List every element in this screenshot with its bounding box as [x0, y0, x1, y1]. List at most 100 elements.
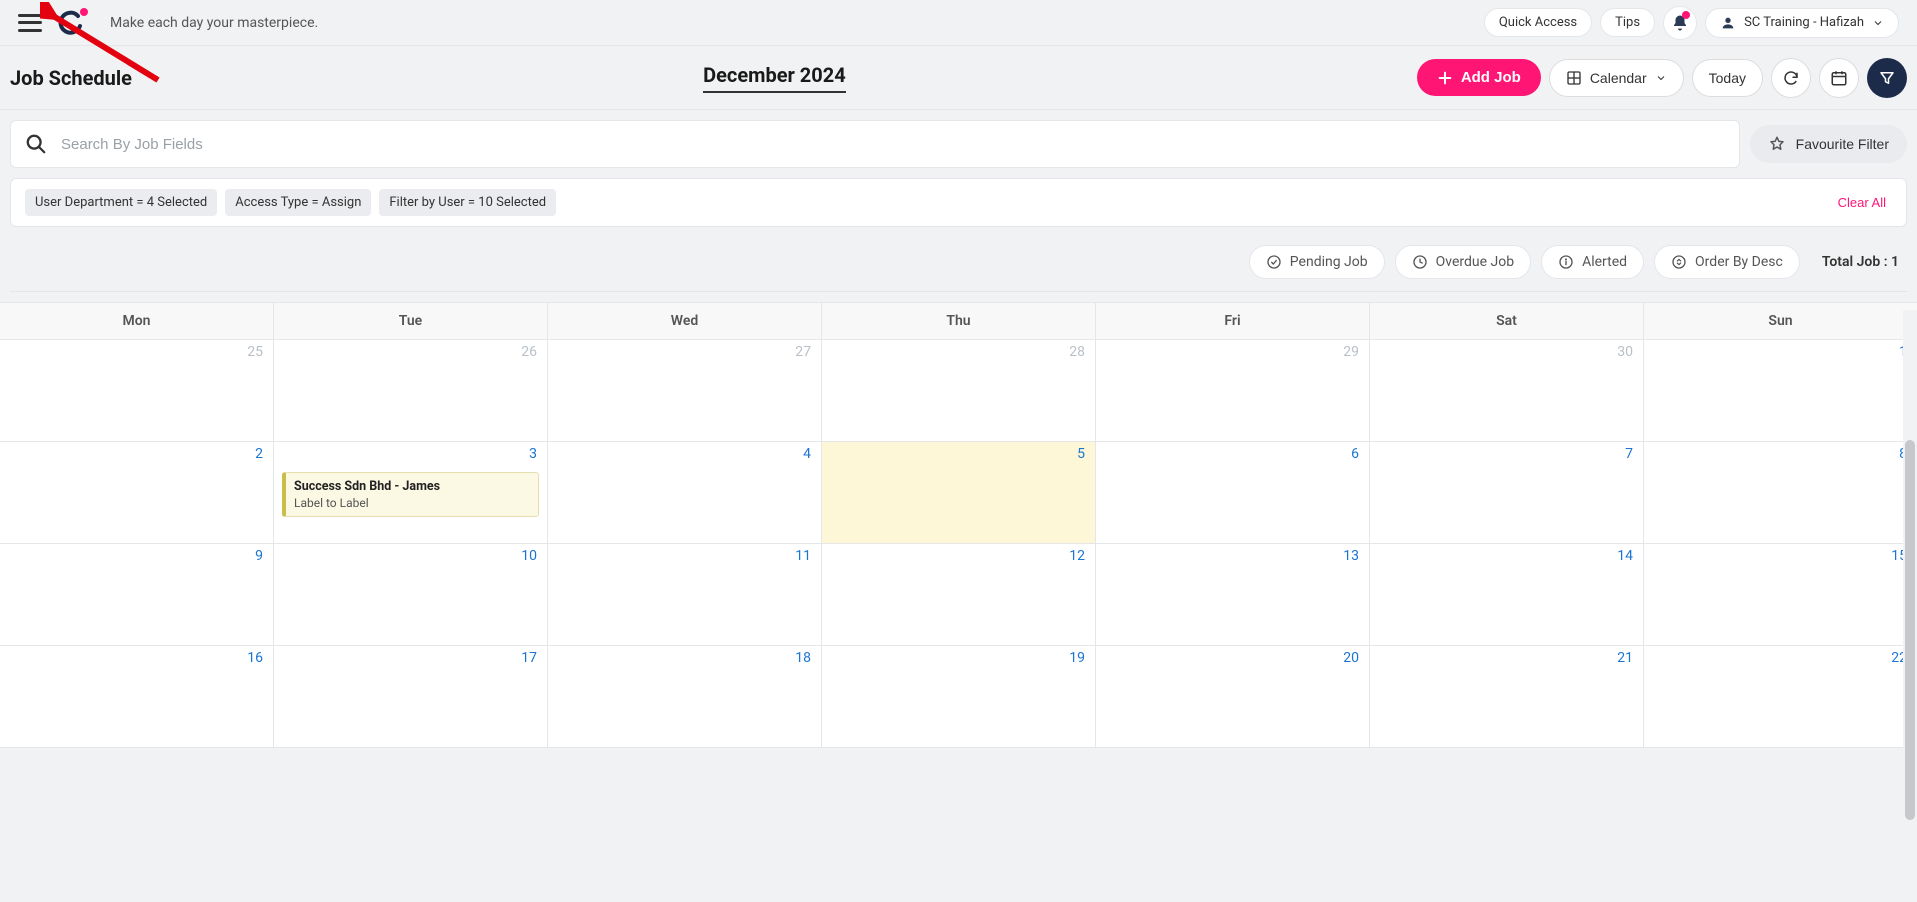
calendar-date: 21 [1617, 650, 1633, 666]
calendar-date: 3 [529, 446, 537, 462]
calendar-cell[interactable]: 19 [822, 646, 1096, 747]
tagline: Make each day your masterpiece. [110, 15, 318, 31]
calendar-date: 6 [1351, 446, 1359, 462]
alerted-toggle[interactable]: Alerted [1541, 245, 1644, 279]
search-card [10, 120, 1740, 168]
calendar-event[interactable]: Success Sdn Bhd - JamesLabel to Label [282, 472, 539, 517]
view-mode-select[interactable]: Calendar [1549, 59, 1684, 97]
calendar-date: 14 [1617, 548, 1633, 564]
user-menu[interactable]: SC Training - Hafizah [1705, 8, 1899, 38]
calendar-cell[interactable]: 17 [274, 646, 548, 747]
calendar-cell[interactable]: 3 Success Sdn Bhd - JamesLabel to Label [274, 442, 548, 543]
calendar-cell[interactable]: 6 [1096, 442, 1370, 543]
date-picker-button[interactable] [1819, 58, 1859, 98]
calendar-cell[interactable]: 22 [1644, 646, 1917, 747]
calendar-cell[interactable]: 18 [548, 646, 822, 747]
calendar-cell[interactable]: 4 [548, 442, 822, 543]
scrollbar-thumb[interactable] [1905, 440, 1915, 820]
calendar-date: 9 [255, 548, 263, 564]
total-job-count: Total Job : 1 [1818, 246, 1903, 278]
calendar-cell[interactable]: 13 [1096, 544, 1370, 645]
pending-job-toggle[interactable]: Pending Job [1249, 245, 1385, 279]
filter-button[interactable] [1867, 58, 1907, 98]
plus-icon [1437, 70, 1453, 86]
calendar-cell[interactable]: 16 [0, 646, 274, 747]
calendar-header-cell: Sat [1370, 303, 1644, 339]
calendar-date: 7 [1625, 446, 1633, 462]
search-icon [25, 133, 47, 155]
filter-chip-access-type[interactable]: Access Type = Assign [225, 189, 371, 216]
today-button[interactable]: Today [1692, 59, 1763, 97]
chevron-down-icon [1872, 17, 1884, 29]
calendar-cell[interactable]: 2 [0, 442, 274, 543]
calendar-date: 19 [1069, 650, 1085, 666]
user-icon [1720, 15, 1736, 31]
calendar-date: 25 [247, 344, 263, 360]
active-filters-card: User Department = 4 Selected Access Type… [10, 178, 1907, 227]
month-picker[interactable]: December 2024 [703, 63, 846, 93]
calendar-date: 18 [795, 650, 811, 666]
calendar-header-cell: Tue [274, 303, 548, 339]
status-row: Pending Job Overdue Job Alerted Order By… [10, 245, 1907, 292]
calendar-date: 13 [1343, 548, 1359, 564]
calendar-cell[interactable]: 20 [1096, 646, 1370, 747]
calendar-cell[interactable]: 14 [1370, 544, 1644, 645]
calendar-cell[interactable]: 7 [1370, 442, 1644, 543]
quick-access-button[interactable]: Quick Access [1484, 8, 1592, 37]
logo-notification-dot [80, 8, 88, 16]
calendar-date: 11 [795, 548, 811, 564]
vertical-scrollbar[interactable] [1903, 310, 1917, 902]
calendar-cell[interactable]: 11 [548, 544, 822, 645]
calendar-date: 28 [1069, 344, 1085, 360]
calendar: MonTueWedThuFriSatSun 252627282930123Suc… [0, 302, 1917, 748]
refresh-button[interactable] [1771, 58, 1811, 98]
calendar-cell[interactable]: 29 [1096, 340, 1370, 441]
calendar-cell[interactable]: 5 [822, 442, 1096, 543]
star-icon [1768, 135, 1786, 153]
calendar-row: 25 2627 28 29301 [0, 340, 1917, 442]
overdue-job-toggle[interactable]: Overdue Job [1395, 245, 1531, 279]
search-input[interactable] [61, 136, 1725, 153]
calendar-cell[interactable]: 27 [548, 340, 822, 441]
calendar-cell[interactable]: 10 [274, 544, 548, 645]
calendar-date: 17 [521, 650, 537, 666]
clear-all-filters-button[interactable]: Clear All [1832, 191, 1892, 214]
calendar-cell[interactable]: 28 [822, 340, 1096, 441]
check-circle-icon [1266, 254, 1282, 270]
sort-icon [1671, 254, 1687, 270]
user-label: SC Training - Hafizah [1744, 15, 1864, 30]
chevron-down-icon [1655, 72, 1667, 84]
tips-button[interactable]: Tips [1600, 8, 1655, 37]
calendar-header-cell: Mon [0, 303, 274, 339]
calendar-cell[interactable]: 8 [1644, 442, 1917, 543]
calendar-header-cell: Sun [1644, 303, 1917, 339]
calendar-cell[interactable]: 26 [274, 340, 548, 441]
notifications-button[interactable] [1663, 6, 1697, 40]
calendar-cell[interactable]: 21 [1370, 646, 1644, 747]
filter-chip-filter-by-user[interactable]: Filter by User = 10 Selected [379, 189, 556, 216]
calendar-cell[interactable]: 30 [1370, 340, 1644, 441]
calendar-header-cell: Thu [822, 303, 1096, 339]
calendar-cell[interactable]: 12 [822, 544, 1096, 645]
filter-chip-user-department[interactable]: User Department = 4 Selected [25, 189, 217, 216]
calendar-header-cell: Fri [1096, 303, 1370, 339]
calendar-date: 4 [803, 446, 811, 462]
calendar-cell[interactable]: 25 [0, 340, 274, 441]
calendar-row: 9 10 11 12 13 14 15 [0, 544, 1917, 646]
app-logo[interactable] [58, 10, 84, 36]
favourite-filter-button[interactable]: Favourite Filter [1750, 125, 1907, 163]
calendar-cell[interactable]: 1 [1644, 340, 1917, 441]
calendar-header-cell: Wed [548, 303, 822, 339]
calendar-body: 252627282930123Success Sdn Bhd - JamesLa… [0, 340, 1917, 748]
calendar-cell[interactable]: 9 [0, 544, 274, 645]
info-icon [1558, 254, 1574, 270]
calendar-date: 12 [1069, 548, 1085, 564]
calendar-row: 16 17 18 19 20 21 22 [0, 646, 1917, 748]
menu-button[interactable] [18, 14, 42, 32]
add-job-button[interactable]: Add Job [1417, 59, 1541, 96]
order-by-button[interactable]: Order By Desc [1654, 245, 1800, 279]
calendar-date: 5 [1077, 446, 1085, 462]
calendar-row: 2 3 Success Sdn Bhd - JamesLabel to Label 4… [0, 442, 1917, 544]
calendar-cell[interactable]: 15 [1644, 544, 1917, 645]
clock-icon [1412, 254, 1428, 270]
